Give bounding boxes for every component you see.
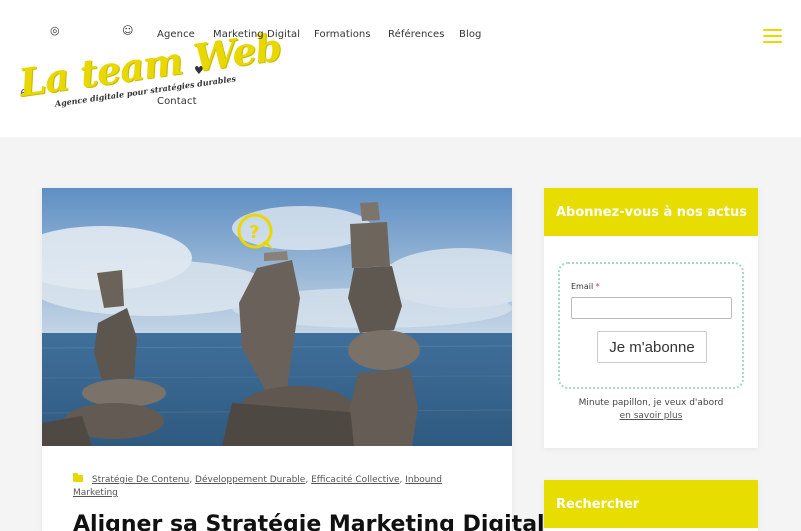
- newsletter-note: Minute papillon, je veux d'abord en savo…: [544, 397, 758, 423]
- email-label: Email *: [571, 282, 600, 291]
- folder-icon: [73, 473, 83, 482]
- required-mark: *: [595, 282, 600, 291]
- post-categories: Stratégie De Contenu, Développement Dura…: [73, 473, 442, 498]
- category-link[interactable]: Développement Durable: [195, 475, 305, 485]
- post-featured-image[interactable]: ?: [42, 188, 512, 446]
- newsletter-title: Abonnez-vous à nos actus: [544, 188, 758, 236]
- note-text: Minute papillon, je veux d'abord: [578, 398, 724, 408]
- nav-item-blog[interactable]: Blog: [459, 29, 482, 40]
- subscribe-button[interactable]: Je m'abonne: [597, 331, 707, 363]
- blog-post-card: ? Stratégie De Contenu, Développement Du…: [42, 188, 545, 531]
- newsletter-form: Email * Je m'abonne: [558, 262, 744, 389]
- learn-more-link[interactable]: en savoir plus: [620, 411, 683, 421]
- nav-item-references[interactable]: Références: [388, 29, 445, 40]
- newsletter-widget: Abonnez-vous à nos actus Email * Je m'ab…: [544, 188, 758, 448]
- chat-doodle-icon: ◎: [50, 24, 60, 37]
- site-header: ⊕ ◎ ☺ ♥ La team Web Agence digitale pour…: [0, 0, 801, 137]
- hamburger-icon[interactable]: [763, 29, 782, 43]
- balanced-stones-photo: ?: [42, 188, 512, 446]
- search-title: Rechercher: [544, 480, 758, 528]
- nav-item-formations[interactable]: Formations: [314, 29, 371, 40]
- nav-item-marketing-digital[interactable]: Marketing Digital: [213, 29, 300, 40]
- nav-item-agence[interactable]: Agence: [157, 29, 195, 40]
- emoji-doodle-icon: ☺: [122, 24, 134, 37]
- search-widget: Rechercher: [544, 480, 758, 531]
- category-link[interactable]: Efficacité Collective: [311, 475, 399, 485]
- email-field[interactable]: [571, 297, 732, 319]
- svg-text:?: ?: [249, 222, 259, 243]
- category-link[interactable]: Stratégie De Contenu: [92, 475, 189, 485]
- post-title[interactable]: Aligner sa Stratégie Marketing Digital: [73, 512, 545, 531]
- nav-item-contact[interactable]: Contact: [157, 96, 197, 107]
